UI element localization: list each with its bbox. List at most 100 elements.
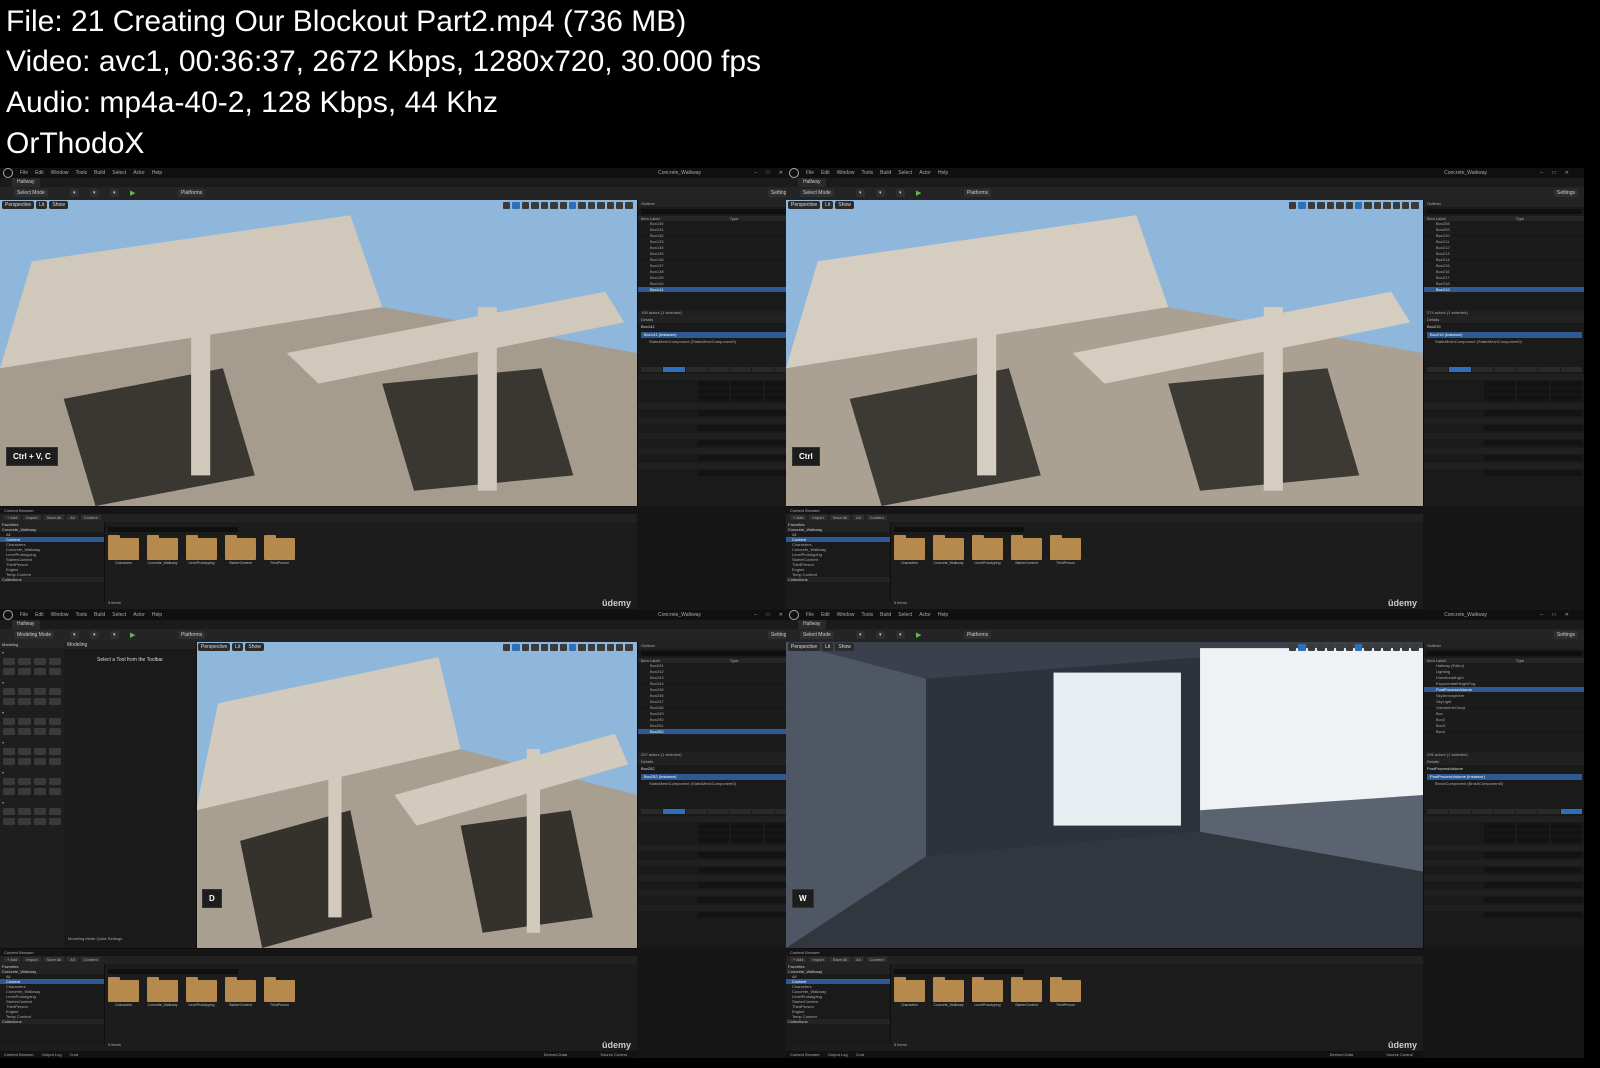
- transform-section[interactable]: [638, 816, 798, 822]
- folder-item[interactable]: Characters: [108, 977, 139, 1008]
- settings-button[interactable]: Settings: [1553, 189, 1578, 197]
- folder-item[interactable]: Concrete_Walkway: [933, 535, 964, 566]
- outliner-search-input[interactable]: [641, 209, 796, 214]
- snap-toggle-icon[interactable]: [1317, 644, 1325, 651]
- snap-toggle-icon[interactable]: [1326, 202, 1335, 209]
- details-tab[interactable]: [1516, 367, 1538, 372]
- snap-toggle-icon[interactable]: [540, 644, 549, 651]
- location-field[interactable]: [731, 823, 763, 829]
- modeling-tool-icon[interactable]: [33, 718, 46, 725]
- modeling-tool-icon[interactable]: [33, 758, 46, 765]
- modeling-tool-icon[interactable]: [33, 808, 46, 815]
- modeling-tool-icon[interactable]: [33, 778, 46, 785]
- property-value[interactable]: [1484, 912, 1582, 918]
- menu-item[interactable]: Select: [112, 612, 126, 618]
- modeling-tool-icon[interactable]: [33, 668, 46, 675]
- rotation-field[interactable]: [731, 388, 763, 394]
- snap-toggle-icon[interactable]: [531, 202, 539, 209]
- modeling-tool-icon[interactable]: [3, 788, 16, 795]
- level-viewport[interactable]: Perspective Lit Show Ctrl + V, C: [0, 200, 637, 506]
- cb-toolbar-button[interactable]: All: [853, 957, 864, 962]
- modeling-tool-icon[interactable]: [3, 688, 16, 695]
- type-column[interactable]: Type: [1516, 658, 1525, 663]
- toolbar-button[interactable]: ▾: [90, 189, 99, 197]
- scale-field[interactable]: [698, 837, 730, 843]
- modeling-tool-icon[interactable]: [48, 788, 61, 795]
- snap-toggle-icon[interactable]: [1336, 202, 1344, 209]
- cb-toolbar-button[interactable]: + Add: [4, 515, 21, 520]
- modeling-tool-icon[interactable]: [3, 658, 16, 665]
- platforms-button[interactable]: Platforms: [964, 631, 992, 639]
- perspective-button[interactable]: Perspective: [2, 201, 35, 209]
- details-section[interactable]: [638, 860, 798, 866]
- modeling-tool-icon[interactable]: [48, 748, 61, 755]
- modeling-tool-icon[interactable]: [18, 758, 31, 765]
- property-value[interactable]: [698, 470, 796, 476]
- snap-toggle-icon[interactable]: [1392, 202, 1401, 209]
- collections-section[interactable]: Collections: [0, 1019, 104, 1024]
- property-value[interactable]: [698, 425, 796, 431]
- modeling-tool-icon[interactable]: [18, 728, 31, 735]
- details-section[interactable]: [638, 448, 798, 454]
- folder-item[interactable]: ThirdPerson: [264, 535, 295, 566]
- show-button[interactable]: Show: [835, 643, 854, 651]
- play-icon[interactable]: ▶: [130, 190, 135, 197]
- cb-toolbar-button[interactable]: Import: [23, 515, 41, 520]
- perspective-button[interactable]: Perspective: [788, 643, 821, 651]
- modeling-tool-icon[interactable]: [18, 698, 31, 705]
- property-value[interactable]: [698, 440, 796, 446]
- modeling-tool-icon[interactable]: [18, 778, 31, 785]
- settings-button[interactable]: Settings: [1553, 631, 1578, 639]
- snap-toggle-icon[interactable]: [559, 202, 567, 209]
- details-tab[interactable]: [1493, 809, 1516, 814]
- unreal-logo-icon[interactable]: [3, 168, 13, 178]
- toolbar-button[interactable]: ▾: [896, 631, 905, 639]
- platforms-button[interactable]: Platforms: [964, 189, 992, 197]
- details-tab[interactable]: [1538, 367, 1560, 372]
- source-control-button[interactable]: Source Control: [600, 1051, 627, 1058]
- show-button[interactable]: Show: [245, 643, 264, 651]
- details-tab[interactable]: [1427, 367, 1449, 372]
- snap-toggle-icon[interactable]: [1402, 202, 1410, 209]
- modeling-tool-icon[interactable]: [3, 808, 16, 815]
- snap-toggle-icon[interactable]: [1354, 644, 1363, 651]
- snap-toggle-icon[interactable]: [606, 644, 615, 651]
- details-section[interactable]: [1424, 403, 1584, 409]
- property-value[interactable]: [698, 852, 796, 858]
- derived-data-button[interactable]: Derived Data: [1330, 1051, 1353, 1058]
- snap-toggle-icon[interactable]: [1307, 644, 1316, 651]
- details-tab[interactable]: [752, 809, 774, 814]
- menu-item[interactable]: File: [806, 170, 814, 176]
- details-section[interactable]: [638, 905, 798, 911]
- details-tab[interactable]: [1493, 367, 1516, 372]
- menu-item[interactable]: File: [20, 170, 28, 176]
- snap-toggle-icon[interactable]: [578, 202, 586, 209]
- menu-item[interactable]: Build: [880, 612, 891, 618]
- details-section[interactable]: [1424, 433, 1584, 439]
- folder-item[interactable]: LevelPrototyping: [186, 535, 217, 566]
- actor-instance-row[interactable]: PostProcessVolume (Instance): [1427, 774, 1582, 780]
- level-viewport[interactable]: Perspective Lit Show W: [786, 642, 1423, 948]
- property-value[interactable]: [1484, 867, 1582, 873]
- scale-field[interactable]: [1550, 395, 1582, 401]
- menu-item[interactable]: Help: [938, 170, 948, 176]
- toolbar-button[interactable]: ▾: [856, 631, 865, 639]
- modeling-tool-icon[interactable]: [48, 688, 61, 695]
- platforms-button[interactable]: Platforms: [178, 189, 206, 197]
- type-column[interactable]: Type: [730, 216, 739, 221]
- location-field[interactable]: [698, 823, 730, 829]
- folder-item[interactable]: LevelPrototyping: [186, 977, 217, 1008]
- details-section[interactable]: [1424, 905, 1584, 911]
- details-tab[interactable]: [663, 809, 685, 814]
- outliner-row[interactable]: Box141: [638, 287, 798, 293]
- location-field[interactable]: [1517, 823, 1549, 829]
- snap-toggle-icon[interactable]: [616, 644, 624, 651]
- status-bar-item[interactable]: Output Log: [42, 1052, 62, 1057]
- cb-toolbar-button[interactable]: All: [67, 957, 78, 962]
- lit-button[interactable]: Lit: [822, 201, 834, 209]
- location-field[interactable]: [731, 381, 763, 387]
- details-tab[interactable]: [707, 367, 730, 372]
- snap-toggle-icon[interactable]: [559, 644, 567, 651]
- location-field[interactable]: [1484, 381, 1516, 387]
- status-bar-item[interactable]: Content Browser: [790, 1052, 820, 1057]
